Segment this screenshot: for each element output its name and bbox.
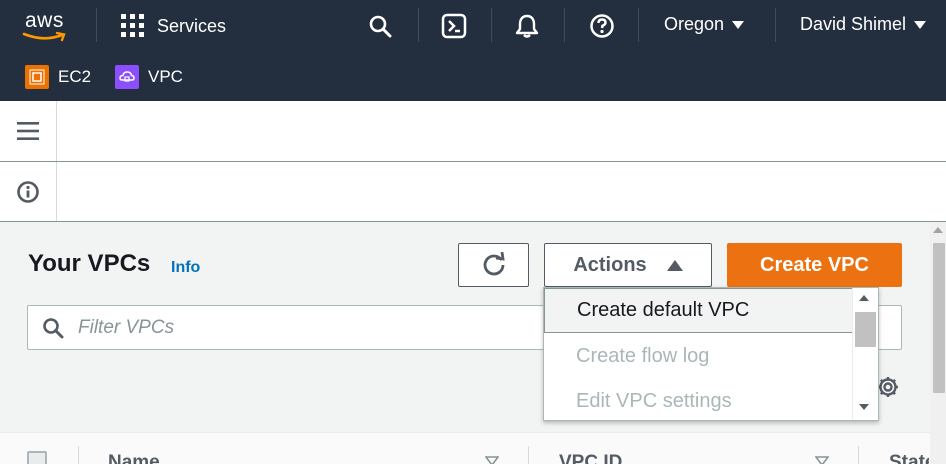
scroll-up-icon[interactable] bbox=[859, 295, 869, 301]
navigation-bar bbox=[0, 101, 946, 162]
info-icon bbox=[17, 180, 39, 203]
favorite-label: EC2 bbox=[58, 67, 92, 86]
aws-logo[interactable]: aws bbox=[22, 9, 72, 43]
vpc-icon bbox=[115, 65, 139, 89]
scroll-up-icon[interactable] bbox=[933, 227, 943, 233]
region-selector[interactable]: Oregon bbox=[664, 14, 745, 35]
caret-down-icon bbox=[732, 20, 745, 29]
user-name: David Shimel bbox=[800, 14, 907, 34]
favorite-ec2[interactable]: EC2 bbox=[25, 65, 91, 89]
menu-item-create-flow-log: Create flow log bbox=[576, 345, 710, 367]
column-divider bbox=[858, 446, 859, 464]
actions-label: Actions bbox=[573, 253, 647, 276]
actions-dropdown-menu: Create default VPC Create flow log Edit … bbox=[543, 287, 879, 421]
sort-icon[interactable] bbox=[485, 456, 499, 464]
info-link[interactable]: Info bbox=[171, 259, 200, 277]
dropdown-scroll-thumb[interactable] bbox=[855, 312, 876, 347]
region-label: Oregon bbox=[664, 14, 725, 34]
actions-button[interactable]: Actions bbox=[544, 243, 712, 287]
aws-logo-text: aws bbox=[25, 9, 64, 32]
ec2-icon bbox=[25, 65, 49, 89]
filter-vpcs-input[interactable] bbox=[78, 314, 538, 341]
nav-divider bbox=[491, 8, 492, 42]
create-vpc-label: Create VPC bbox=[760, 253, 869, 276]
favorite-label: VPC bbox=[148, 67, 183, 86]
nav-divider bbox=[775, 8, 776, 42]
cloudshell-icon[interactable] bbox=[440, 12, 468, 40]
services-menu-button[interactable]: Services bbox=[121, 13, 226, 39]
caret-up-icon bbox=[666, 259, 683, 271]
tools-toggle[interactable] bbox=[0, 162, 57, 221]
tools-bar bbox=[0, 162, 946, 222]
dropdown-scrollbar[interactable] bbox=[852, 288, 878, 420]
page-title: Your VPCs bbox=[28, 250, 151, 277]
nav-divider bbox=[638, 8, 639, 42]
search-icon bbox=[43, 318, 64, 339]
menu-toggle[interactable] bbox=[0, 101, 57, 161]
account-menu[interactable]: David Shimel bbox=[800, 14, 927, 35]
column-header-state[interactable]: State bbox=[889, 452, 929, 464]
sort-icon[interactable] bbox=[815, 456, 829, 464]
page-scroll-thumb[interactable] bbox=[933, 243, 945, 393]
column-divider bbox=[78, 446, 79, 464]
nav-divider bbox=[564, 8, 565, 42]
caret-down-icon bbox=[914, 20, 927, 29]
search-icon[interactable] bbox=[366, 12, 394, 40]
scroll-down-icon[interactable] bbox=[859, 404, 869, 410]
refresh-icon bbox=[483, 252, 505, 276]
menu-item-edit-vpc-settings: Edit VPC settings bbox=[576, 390, 732, 412]
nav-divider bbox=[96, 8, 97, 42]
menu-item-create-default-vpc[interactable]: Create default VPC bbox=[544, 288, 854, 333]
refresh-button[interactable] bbox=[458, 243, 529, 287]
hamburger-icon bbox=[17, 122, 39, 140]
select-all-checkbox[interactable] bbox=[27, 451, 47, 464]
help-icon[interactable] bbox=[588, 12, 616, 40]
services-label: Services bbox=[157, 15, 227, 36]
column-header-vpc-id[interactable]: VPC ID bbox=[559, 452, 622, 464]
aws-smile-icon bbox=[22, 31, 66, 42]
create-vpc-button[interactable]: Create VPC bbox=[727, 243, 902, 287]
gear-icon[interactable] bbox=[876, 375, 900, 399]
column-divider bbox=[528, 446, 529, 464]
notifications-icon[interactable] bbox=[513, 12, 541, 40]
top-navigation: aws Services Oregon David Shimel EC2 VPC bbox=[0, 0, 946, 101]
favorite-vpc[interactable]: VPC bbox=[115, 65, 183, 89]
nav-divider bbox=[418, 8, 419, 42]
column-header-name[interactable]: Name bbox=[108, 452, 160, 464]
grid-icon bbox=[121, 14, 144, 37]
